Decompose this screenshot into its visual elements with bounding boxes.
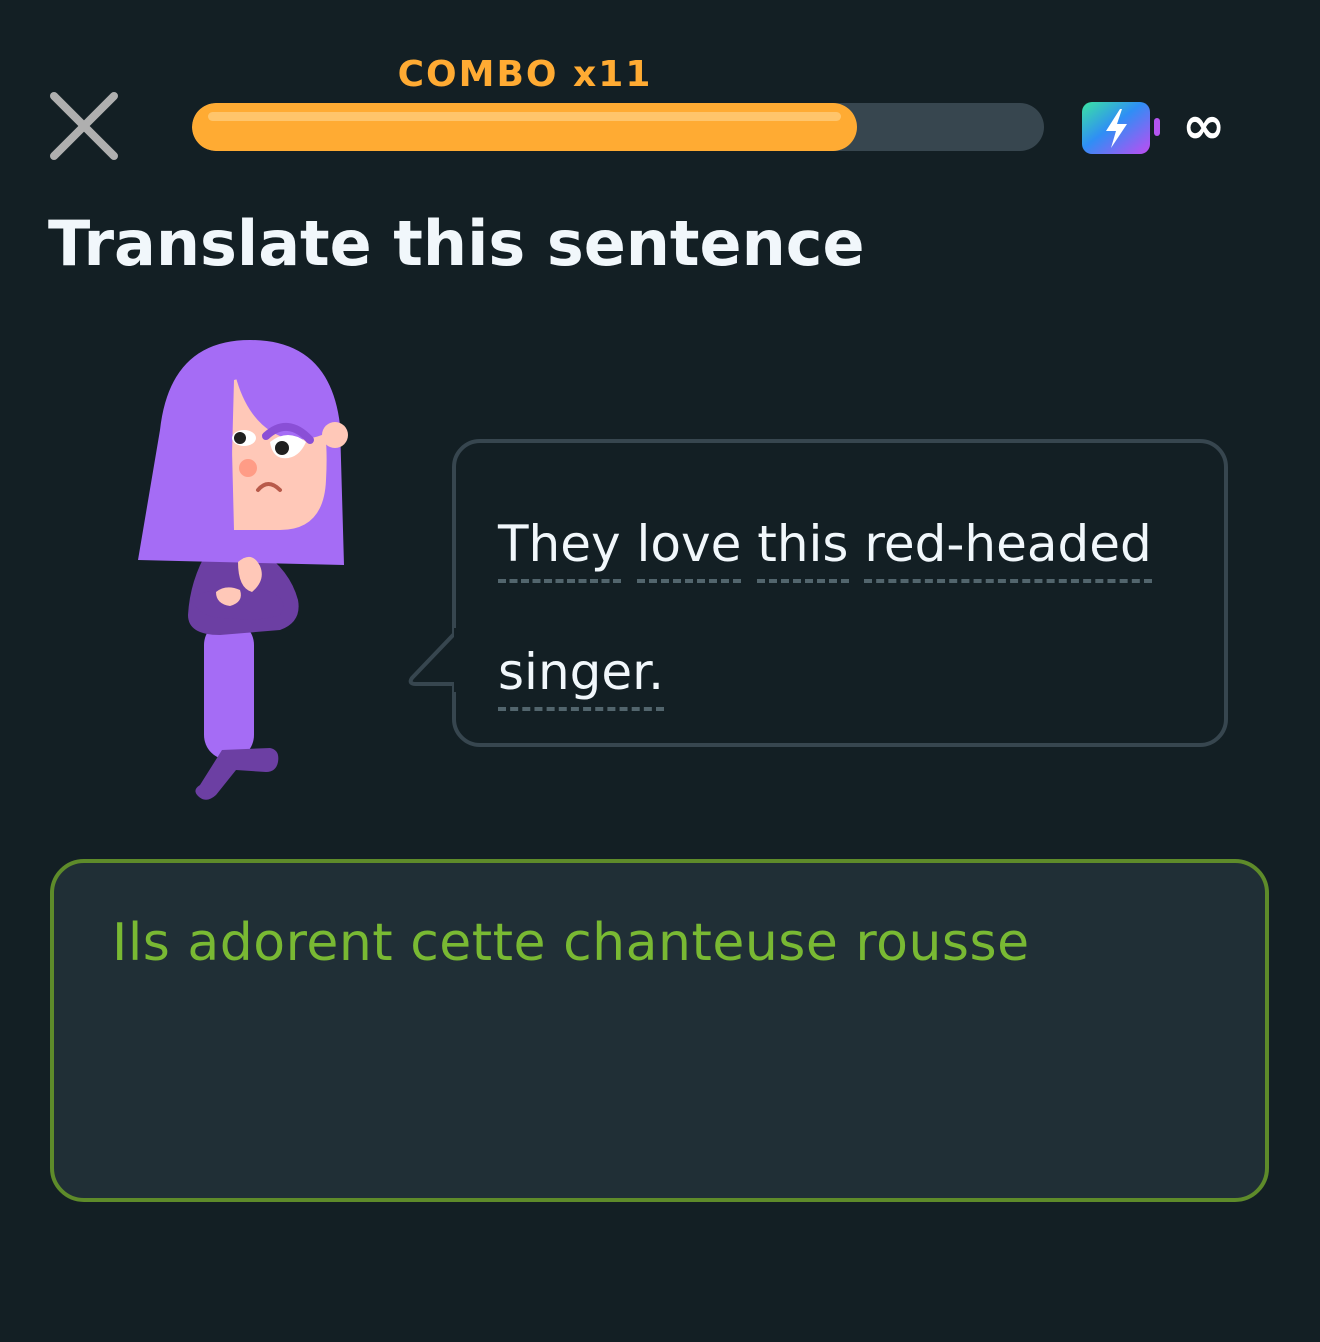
prompt-sentence: They love this red-headed singer. (498, 480, 1198, 736)
speech-bubble-tail (408, 628, 460, 692)
character-illustration (130, 330, 370, 810)
close-icon (50, 92, 118, 160)
combo-label: COMBO x11 (397, 54, 653, 95)
prompt-word[interactable]: They (498, 515, 621, 583)
close-button[interactable] (44, 86, 124, 166)
exercise-title: Translate this sentence (48, 207, 865, 280)
prompt-word[interactable]: love (636, 515, 742, 583)
answer-text: Ils adorent cette chanteuse rousse (112, 913, 1030, 973)
prompt-word[interactable]: red-headed (864, 515, 1152, 583)
energy-battery-icon[interactable] (1080, 100, 1166, 156)
progress-fill (192, 103, 857, 151)
progress-highlight (208, 112, 841, 121)
energy-count: ∞ (1182, 96, 1226, 156)
progress-bar (192, 103, 1044, 151)
prompt-word[interactable]: singer. (498, 643, 664, 711)
prompt-word[interactable]: this (757, 515, 849, 583)
